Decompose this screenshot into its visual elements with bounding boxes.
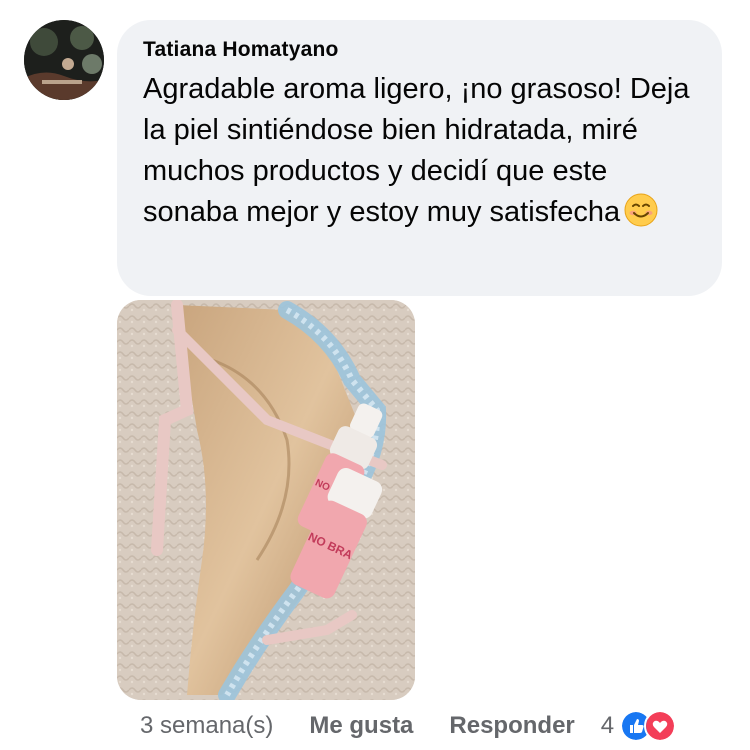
comment-screen: Tatiana Homatyano Agradable aroma ligero… [0,0,750,750]
love-reaction-icon [644,710,677,742]
comment-timestamp[interactable]: 3 semana(s) [140,712,273,740]
smiling-face-emoji-icon [624,193,658,227]
reaction-count: 4 [600,712,615,739]
comment-actions: 3 semana(s) Me gusta Responder 4 [140,706,677,746]
comment-author[interactable]: Tatiana Homatyano [143,37,696,63]
avatar[interactable] [24,20,104,100]
comment-photo[interactable]: NO BRA NO BRA [117,300,415,700]
comment-bubble: Tatiana Homatyano Agradable aroma ligero… [117,20,722,296]
reply-button[interactable]: Responder [449,712,574,740]
bra-and-bottles-photo: NO BRA NO BRA [117,300,415,700]
comment-body: Agradable aroma ligero, ¡no grasoso! Dej… [143,73,690,228]
avatar-photo [24,20,104,100]
reactions-summary[interactable]: 4 [600,710,677,742]
comment-text: Agradable aroma ligero, ¡no grasoso! Dej… [143,69,703,233]
like-button[interactable]: Me gusta [309,712,413,740]
